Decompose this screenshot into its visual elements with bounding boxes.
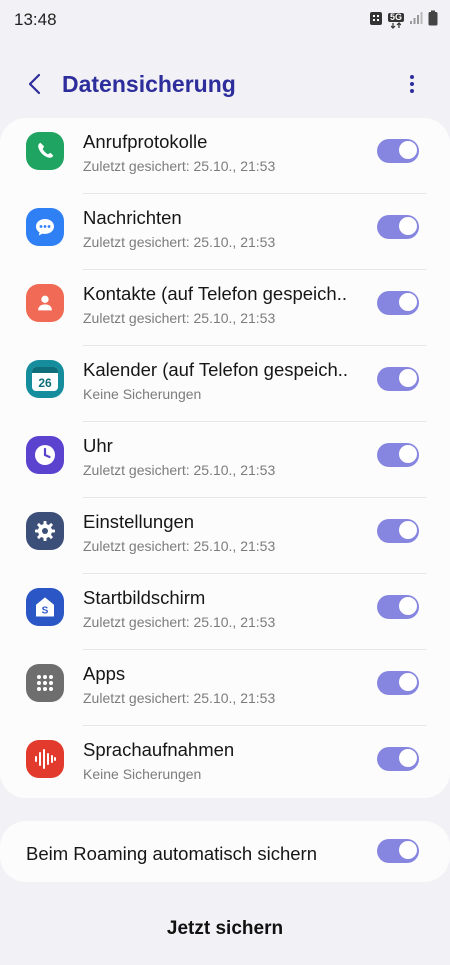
item-subtitle: Keine Sicherungen (83, 766, 202, 782)
calendar-icon: 26 (26, 360, 64, 398)
backup-item-settings[interactable]: Einstellungen Zuletzt gesichert: 25.10.,… (0, 498, 450, 574)
toggle-knob (398, 140, 418, 160)
toggle-knob (398, 840, 418, 860)
message-icon (26, 208, 64, 246)
roaming-toggle[interactable] (377, 839, 419, 863)
network-5g-label: 5G (387, 11, 404, 22)
item-subtitle: Zuletzt gesichert: 25.10., 21:53 (83, 310, 276, 326)
toggle-knob (398, 216, 418, 236)
backup-item-contacts[interactable]: Kontakte (auf Telefon gespeich.. Zuletzt… (0, 270, 450, 346)
toggle-knob (398, 748, 418, 768)
backup-item-home-screen[interactable]: S Startbildschirm Zuletzt gesichert: 25.… (0, 574, 450, 650)
backup-item-voice-recordings[interactable]: Sprachaufnahmen Keine Sicherungen (0, 726, 450, 802)
item-subtitle: Zuletzt gesichert: 25.10., 21:53 (83, 614, 276, 630)
item-title: Nachrichten (83, 207, 182, 228)
clock-icon (26, 436, 64, 474)
calendar-page: 26 (32, 367, 58, 391)
svg-text:S: S (42, 606, 49, 617)
toggle-knob (398, 672, 418, 692)
signal-icon (409, 11, 423, 30)
item-title: Apps (83, 663, 126, 684)
backup-item-calendar[interactable]: 26 Kalender (auf Telefon gespeich.. Kein… (0, 346, 450, 422)
item-subtitle: Zuletzt gesichert: 25.10., 21:53 (83, 462, 276, 478)
building-icon (369, 10, 383, 31)
home-icon: S (26, 588, 64, 626)
item-subtitle: Zuletzt gesichert: 25.10., 21:53 (83, 158, 276, 174)
item-title: Einstellungen (83, 511, 195, 532)
toggle-switch[interactable] (377, 139, 419, 163)
more-options-button[interactable] (396, 70, 428, 102)
status-bar: 13:48 5G (0, 0, 450, 40)
phone-icon (26, 132, 64, 170)
toggle-knob (398, 292, 418, 312)
toggle-switch[interactable] (377, 443, 419, 467)
toggle-knob (398, 444, 418, 464)
calendar-day: 26 (38, 376, 52, 390)
toggle-switch[interactable] (377, 747, 419, 771)
gear-icon (26, 512, 64, 550)
item-title: Anrufprotokolle (83, 131, 208, 152)
toggle-knob (398, 596, 418, 616)
contact-icon (26, 284, 64, 322)
network-5g-icon: 5G (387, 11, 404, 29)
item-title: Startbildschirm (83, 587, 206, 608)
item-title: Kontakte (auf Telefon gespeich.. (83, 283, 347, 304)
backup-item-call-logs[interactable]: Anrufprotokolle Zuletzt gesichert: 25.10… (0, 118, 450, 194)
toggle-switch[interactable] (377, 519, 419, 543)
back-button[interactable] (18, 70, 50, 102)
toggle-switch[interactable] (377, 367, 419, 391)
status-time: 13:48 (14, 10, 57, 29)
toggle-knob (398, 520, 418, 540)
status-icons: 5G (369, 10, 438, 31)
item-title: Uhr (83, 435, 113, 456)
calendar-header (32, 367, 58, 373)
page-title: Datensicherung (62, 71, 236, 97)
item-subtitle: Zuletzt gesichert: 25.10., 21:53 (83, 538, 276, 554)
item-title: Kalender (auf Telefon gespeich.. (83, 359, 349, 380)
backup-items-card: Anrufprotokolle Zuletzt gesichert: 25.10… (0, 118, 450, 798)
item-subtitle: Zuletzt gesichert: 25.10., 21:53 (83, 690, 276, 706)
backup-item-apps[interactable]: Apps Zuletzt gesichert: 25.10., 21:53 (0, 650, 450, 726)
roaming-label: Beim Roaming automatisch sichern (26, 843, 317, 864)
app-bar: Datensicherung (0, 58, 450, 114)
backup-item-messages[interactable]: Nachrichten Zuletzt gesichert: 25.10., 2… (0, 194, 450, 270)
toggle-switch[interactable] (377, 215, 419, 239)
toggle-switch[interactable] (377, 671, 419, 695)
backup-item-clock[interactable]: Uhr Zuletzt gesichert: 25.10., 21:53 (0, 422, 450, 498)
back-arrow-icon (27, 73, 41, 100)
toggle-switch[interactable] (377, 291, 419, 315)
toggle-knob (398, 368, 418, 388)
roaming-card[interactable]: Beim Roaming automatisch sichern (0, 821, 450, 882)
battery-icon (428, 10, 438, 31)
item-subtitle: Keine Sicherungen (83, 386, 202, 402)
more-vertical-icon (409, 74, 415, 99)
voice-recorder-icon (26, 740, 64, 778)
item-subtitle: Zuletzt gesichert: 25.10., 21:53 (83, 234, 276, 250)
backup-now-button[interactable]: Jetzt sichern (0, 918, 450, 940)
apps-grid-icon (26, 664, 64, 702)
toggle-switch[interactable] (377, 595, 419, 619)
item-title: Sprachaufnahmen (83, 739, 235, 760)
